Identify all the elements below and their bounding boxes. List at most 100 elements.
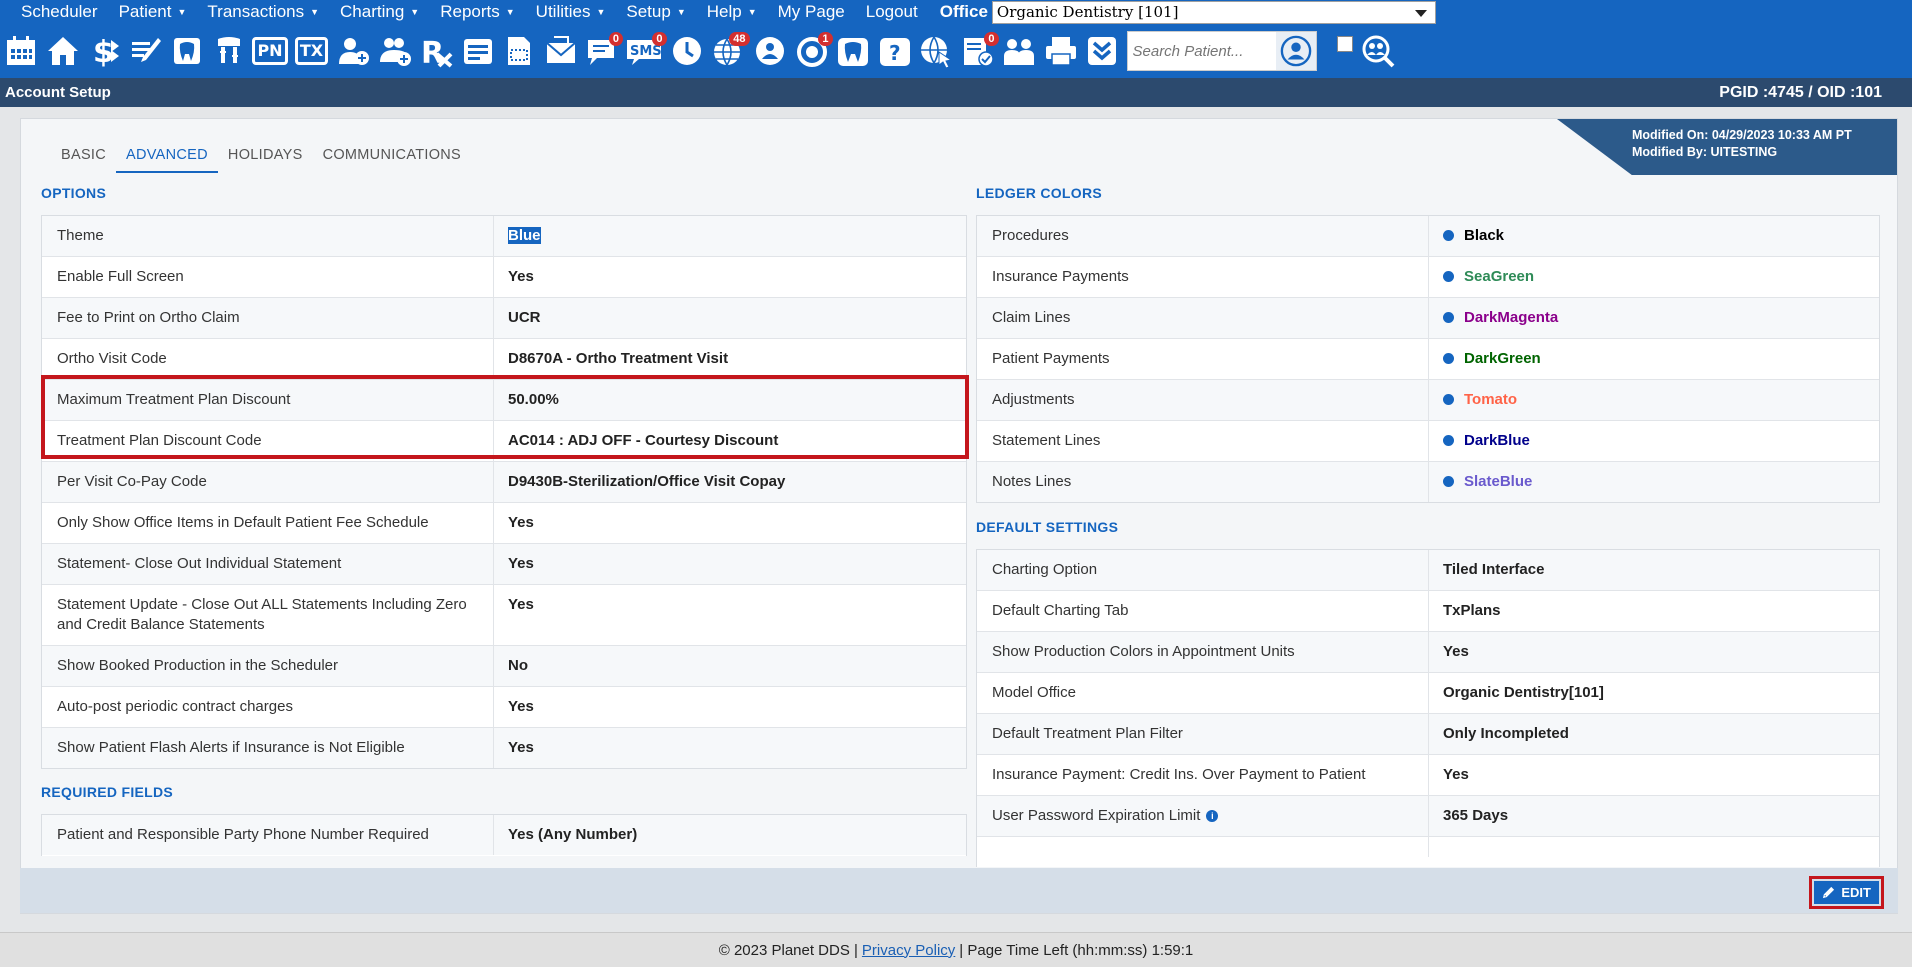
ledger-key: Adjustments — [977, 380, 1429, 420]
color-dot-icon — [1443, 394, 1454, 405]
info-icon[interactable]: i — [1206, 810, 1219, 822]
option-value: No — [508, 657, 528, 674]
option-value: Yes — [508, 596, 534, 613]
ledger-color-name: DarkGreen — [1464, 350, 1541, 367]
menu-setup[interactable]: Setup ▼ — [605, 1, 685, 23]
tab-advanced[interactable]: ADVANCED — [116, 147, 218, 173]
table-row: Adjustments Tomato — [977, 380, 1879, 421]
globe-users-icon[interactable] — [751, 31, 789, 71]
progress-notes-icon[interactable]: PN — [251, 31, 289, 71]
menu-patient[interactable]: Patient ▼ — [98, 1, 187, 23]
tooth-chart-icon[interactable] — [168, 31, 206, 71]
ledger-color-name: DarkMagenta — [1464, 309, 1559, 326]
ledger-key: Claim Lines — [977, 298, 1429, 338]
menu-scheduler[interactable]: Scheduler — [0, 1, 98, 23]
menu-transactions[interactable]: Transactions ▼ — [186, 1, 319, 23]
edit-highlight: EDIT — [1809, 876, 1884, 909]
table-row: Patient Payments DarkGreen — [977, 339, 1879, 380]
setting-value: Yes — [1443, 643, 1469, 660]
page-title: Account Setup — [5, 84, 111, 101]
menu-charting[interactable]: Charting ▼ — [319, 1, 419, 23]
dollar-icon[interactable]: $ — [85, 31, 123, 71]
globe-pointer-icon[interactable] — [917, 31, 955, 71]
option-key: Statement- Close Out Individual Statemen… — [42, 544, 494, 584]
table-row: Procedures Black — [977, 216, 1879, 257]
privacy-policy-link[interactable]: Privacy Policy — [862, 942, 955, 959]
table-row: Statement Lines DarkBlue — [977, 421, 1879, 462]
ledger-color-name: DarkBlue — [1464, 432, 1530, 449]
option-key: Maximum Treatment Plan Discount — [42, 380, 494, 420]
patient-search-input[interactable] — [1127, 33, 1278, 69]
copyright-text: © 2023 Planet DDS | — [718, 941, 858, 959]
dropdown-arrow-icon — [1414, 9, 1427, 17]
toolbar-checkbox[interactable] — [1336, 36, 1353, 52]
messages-badge: 0 — [608, 32, 623, 46]
tooth-help-icon[interactable]: ? — [876, 31, 914, 71]
sync-icon[interactable]: 1 — [793, 31, 833, 71]
ledger-value: SlateBlue — [1429, 462, 1547, 502]
documents-icon[interactable] — [459, 31, 497, 71]
table-row: Theme Blue — [42, 216, 966, 257]
patient-search-button[interactable] — [1275, 32, 1316, 70]
menu-reports[interactable]: Reports ▼ — [419, 1, 514, 23]
caret-down-icon: ▼ — [596, 7, 606, 17]
svg-text:$: $ — [93, 35, 114, 68]
table-row: Per Visit Co-Pay Code D9430B-Sterilizatio… — [42, 462, 966, 503]
forms-check-icon[interactable]: 0 — [959, 31, 999, 71]
menu-my-page[interactable]: My Page — [757, 1, 845, 23]
option-key: Statement Update - Close Out ALL Stateme… — [42, 585, 494, 645]
office-label: Office — [939, 2, 988, 21]
double-chevron-down-icon[interactable] — [1083, 31, 1121, 71]
ledger-key: Patient Payments — [977, 339, 1429, 379]
tab-basic[interactable]: BASIC — [51, 147, 116, 173]
office-select[interactable]: Organic Dentistry [101] — [991, 0, 1436, 24]
menu-help[interactable]: Help ▼ — [686, 1, 757, 23]
treatment-plan-icon[interactable]: TX — [293, 31, 331, 71]
menu-logout[interactable]: Logout — [845, 1, 918, 23]
mail-icon[interactable] — [542, 31, 580, 71]
office-select-value: Organic Dentistry [101] — [996, 3, 1179, 21]
tab-holidays[interactable]: HOLIDAYS — [218, 147, 313, 173]
default-settings-section-title: DEFAULT SETTINGS — [976, 519, 1119, 535]
clock-icon[interactable] — [668, 31, 706, 71]
add-patient-icon[interactable] — [334, 31, 372, 71]
table-row: Default Treatment Plan Filter Only Incomp… — [977, 714, 1879, 755]
ledger-color-name: SeaGreen — [1464, 268, 1535, 285]
home-icon[interactable] — [44, 31, 82, 71]
color-dot-icon — [1443, 230, 1454, 241]
tooth-icon[interactable] — [834, 31, 872, 71]
edit-button[interactable]: EDIT — [1814, 881, 1879, 904]
required-fields-table: Patient and Responsible Party Phone Numb… — [41, 814, 967, 856]
option-key: Fee to Print on Ortho Claim — [42, 298, 494, 338]
group-search-icon[interactable] — [1359, 31, 1397, 71]
setting-key: Show Production Colors in Appointment Un… — [977, 632, 1429, 672]
sms-icon[interactable]: SMS 0 — [625, 31, 667, 71]
staff-group-icon[interactable] — [1000, 31, 1038, 71]
setting-value: TxPlans — [1443, 602, 1501, 619]
prescription-icon[interactable]: R — [417, 31, 455, 71]
caret-down-icon: ▼ — [505, 7, 515, 17]
table-row: Statement- Close Out Individual Statemen… — [42, 544, 966, 585]
add-family-icon[interactable] — [376, 31, 414, 71]
main-menu-bar: Scheduler Patient ▼ Transactions ▼ Chartin… — [0, 0, 1912, 24]
setting-key — [977, 837, 1429, 857]
table-row: Auto-post periodic contract charges Yes — [42, 687, 966, 728]
forms-badge: 0 — [984, 32, 999, 46]
ledger-value: DarkBlue — [1429, 421, 1545, 461]
web-requests-icon[interactable]: 48 — [710, 31, 750, 71]
messages-icon[interactable]: 0 — [583, 31, 623, 71]
color-dot-icon — [1443, 312, 1454, 323]
sms-badge: 0 — [652, 32, 667, 46]
printer-icon[interactable] — [1042, 31, 1080, 71]
caret-down-icon: ▼ — [747, 7, 757, 17]
menu-utilities[interactable]: Utilities ▼ — [515, 1, 606, 23]
tab-communications[interactable]: COMMUNICATIONS — [313, 147, 471, 173]
ledger-value: Black — [1429, 216, 1519, 256]
tooth-implant-icon[interactable] — [210, 31, 248, 71]
print-forms-icon[interactable] — [500, 31, 538, 71]
calendar-icon[interactable] — [2, 31, 40, 71]
edit-notes-icon[interactable] — [127, 31, 165, 71]
ledger-color-name: SlateBlue — [1464, 473, 1533, 490]
setting-key: Charting Option — [977, 550, 1429, 590]
tab-strip: BASIC ADVANCED HOLIDAYS COMMUNICATIONS — [51, 147, 471, 173]
